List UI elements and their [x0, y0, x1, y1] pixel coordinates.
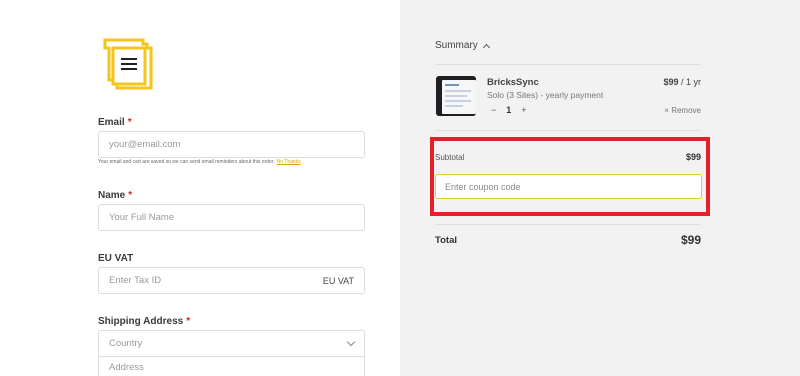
email-hint: Your email and cart are saved so we can … — [98, 159, 301, 165]
email-label: Email * — [98, 117, 132, 128]
remove-label: Remove — [671, 106, 701, 115]
checkout-form-pane: Email * your@email.com Your email and car… — [0, 0, 400, 376]
no-thanks-link[interactable]: No Thanks — [277, 159, 301, 165]
brand-logo-icon — [103, 38, 155, 92]
required-marker: * — [127, 117, 132, 128]
remove-button[interactable]: × Remove — [664, 106, 701, 115]
name-field[interactable]: Your Full Name — [98, 204, 365, 231]
name-placeholder: Your Full Name — [109, 212, 175, 223]
decrement-button[interactable]: − — [491, 105, 496, 115]
quantity-value: 1 — [506, 105, 512, 115]
product-price: $99 / 1 yr — [663, 77, 701, 87]
country-select[interactable]: Country — [98, 330, 365, 357]
vat-suffix: EU VAT — [322, 275, 354, 286]
shipping-label: Shipping Address * — [98, 316, 191, 327]
coupon-input[interactable]: Enter coupon code — [435, 174, 702, 199]
vat-field[interactable]: Enter Tax ID EU VAT — [98, 267, 365, 294]
subtotal-value: $99 — [685, 152, 701, 162]
summary-title: Summary — [435, 40, 478, 51]
country-placeholder: Country — [109, 338, 143, 349]
vat-placeholder: Enter Tax ID — [109, 275, 162, 286]
required-marker: * — [128, 190, 133, 201]
required-marker: * — [186, 316, 191, 327]
subtotal-label: Subtotal — [435, 153, 465, 162]
close-icon: × — [664, 106, 669, 115]
address-placeholder: Address — [109, 362, 144, 373]
order-summary-pane: Summary BricksSync Solo (3 Sites) - year… — [400, 0, 800, 376]
billing-period: / 1 yr — [680, 77, 701, 87]
divider — [435, 130, 701, 131]
product-thumbnail — [436, 76, 476, 116]
divider — [435, 224, 701, 225]
product-description: Solo (3 Sites) - yearly payment — [487, 90, 604, 100]
divider — [435, 64, 701, 65]
chevron-up-icon — [482, 43, 490, 51]
increment-button[interactable]: + — [521, 105, 526, 115]
quantity-stepper: − 1 + — [491, 105, 527, 115]
summary-toggle[interactable]: Summary — [435, 40, 490, 51]
product-name: BricksSync — [487, 77, 539, 88]
email-field[interactable]: your@email.com — [98, 131, 365, 158]
vat-label: EU VAT — [98, 253, 134, 264]
coupon-placeholder: Enter coupon code — [445, 181, 521, 192]
address-field[interactable]: Address — [98, 357, 365, 376]
email-placeholder: your@email.com — [109, 139, 181, 150]
name-label: Name * — [98, 190, 133, 201]
chevron-down-icon — [346, 337, 356, 347]
total-label: Total — [435, 235, 457, 246]
total-value: $99 — [680, 233, 701, 247]
